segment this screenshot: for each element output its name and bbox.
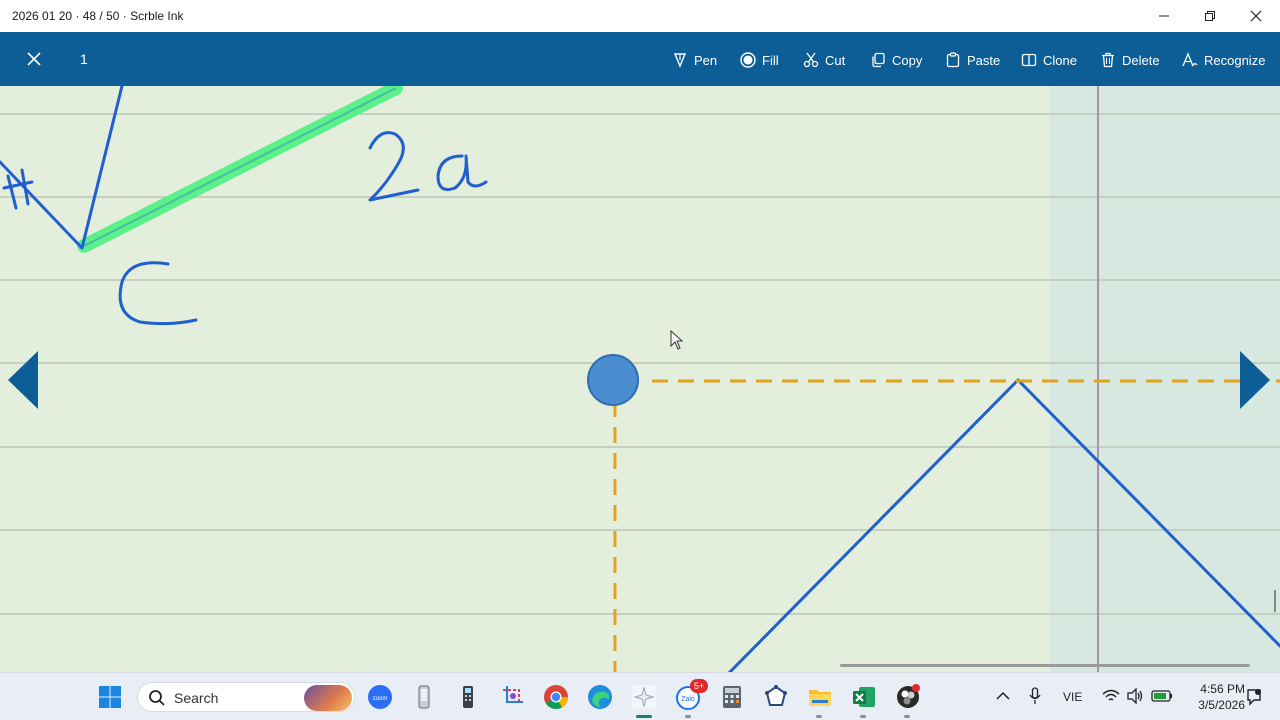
scrble-ink-icon[interactable] [630, 683, 658, 711]
clone-button[interactable]: Clone [1021, 49, 1077, 71]
horizontal-scrollbar[interactable] [840, 664, 1250, 667]
notification-icon[interactable] [1246, 688, 1262, 706]
ink-canvas[interactable] [0, 86, 1280, 672]
taskbar-search[interactable]: Search [137, 682, 355, 712]
window-title: 2026 01 20 · 48 / 50 · Scrble Ink [12, 9, 184, 23]
battery-icon[interactable] [1151, 689, 1173, 703]
running-indicator [860, 715, 866, 718]
restore-icon [1205, 11, 1215, 21]
restore-button[interactable] [1187, 0, 1233, 32]
clock-date: 3/5/2026 [1198, 698, 1245, 712]
copy-button[interactable]: Copy [870, 49, 922, 71]
scissors-icon [803, 52, 819, 68]
selection-handle[interactable] [587, 354, 639, 406]
vertical-scrollbar[interactable] [1274, 590, 1276, 612]
angle-stroke[interactable] [0, 86, 124, 250]
paste-label: Paste [967, 52, 1001, 68]
copy-icon [872, 52, 885, 68]
clock-time: 4:56 PM [1200, 682, 1245, 696]
selection-count: 1 [80, 51, 88, 67]
wifi-icon[interactable] [1102, 689, 1120, 703]
delete-label: Delete [1122, 52, 1160, 68]
delete-button[interactable]: Delete [1100, 49, 1160, 71]
running-indicator [904, 715, 910, 718]
close-icon [27, 52, 41, 66]
running-indicator [816, 715, 822, 718]
previous-page-arrow-icon[interactable] [8, 351, 38, 409]
recognize-icon [1182, 52, 1198, 67]
close-window-button[interactable] [1233, 0, 1279, 32]
digit-2-stroke[interactable] [368, 131, 420, 202]
pen-label: Pen [694, 52, 718, 68]
triangle-stroke[interactable] [727, 378, 1280, 672]
cut-label: Cut [825, 52, 846, 68]
fill-label: Fill [762, 52, 779, 68]
chrome-icon[interactable] [542, 683, 570, 711]
recognize-button[interactable]: Recognize [1182, 49, 1265, 71]
calculator-mobile-icon[interactable] [454, 683, 482, 711]
clone-label: Clone [1043, 52, 1077, 68]
snipping-tool-icon[interactable] [498, 683, 526, 711]
svg-text:zoom: zoom [373, 696, 388, 702]
svg-text:Zalo: Zalo [681, 696, 695, 703]
clock[interactable]: 4:56 PM 3/5/2026 [1185, 681, 1245, 713]
excel-icon[interactable] [850, 683, 878, 711]
minimize-button[interactable] [1141, 0, 1187, 32]
clone-icon [1021, 53, 1037, 67]
fill-icon [740, 52, 756, 68]
pen-button[interactable]: Pen [672, 49, 717, 71]
search-placeholder: Search [174, 690, 219, 706]
search-highlight-image [304, 685, 352, 711]
phone-link-icon[interactable] [410, 683, 438, 711]
start-icon[interactable] [98, 685, 122, 709]
network-app-icon[interactable] [762, 683, 790, 711]
letter-c-stroke[interactable] [118, 261, 198, 326]
trash-icon [1102, 52, 1114, 68]
next-page-arrow-icon[interactable] [1240, 351, 1270, 409]
zoom-icon[interactable]: zoom [366, 683, 394, 711]
app-toolbar: 1 Pen Fill Cut Copy Paste Clone Delete R… [0, 32, 1280, 86]
taskbar: Search zoom Zalo 5+ VIE 4:56 PM 3/5/2026 [0, 672, 1280, 720]
close-selection-button[interactable] [22, 47, 46, 71]
chevron-up-icon[interactable] [996, 691, 1010, 701]
recognize-label: Recognize [1204, 52, 1266, 68]
minimize-icon [1159, 15, 1169, 17]
highlighted-stroke-core [83, 87, 397, 247]
search-icon [149, 690, 165, 706]
language-indicator[interactable]: VIE [1063, 690, 1082, 704]
active-app-indicator [636, 715, 652, 718]
close-icon [1250, 10, 1262, 22]
volume-icon[interactable] [1126, 688, 1144, 704]
microphone-icon[interactable] [1029, 687, 1041, 705]
paste-button[interactable]: Paste [945, 49, 1000, 71]
copy-label: Copy [892, 52, 923, 68]
calculator-icon[interactable] [718, 683, 746, 711]
title-bar: 2026 01 20 · 48 / 50 · Scrble Ink [0, 0, 1280, 32]
mouse-cursor-icon [670, 330, 684, 350]
running-indicator [685, 715, 691, 718]
file-explorer-icon[interactable] [806, 683, 834, 711]
cut-button[interactable]: Cut [803, 49, 845, 71]
paste-icon [946, 52, 960, 68]
letter-a-stroke[interactable] [436, 154, 488, 191]
edge-icon[interactable] [586, 683, 614, 711]
fill-button[interactable]: Fill [740, 49, 779, 71]
obs-icon[interactable] [894, 683, 922, 711]
pen-icon [673, 53, 687, 68]
zalo-notification-badge: 5+ [690, 679, 708, 693]
ink-layer [0, 86, 1280, 672]
